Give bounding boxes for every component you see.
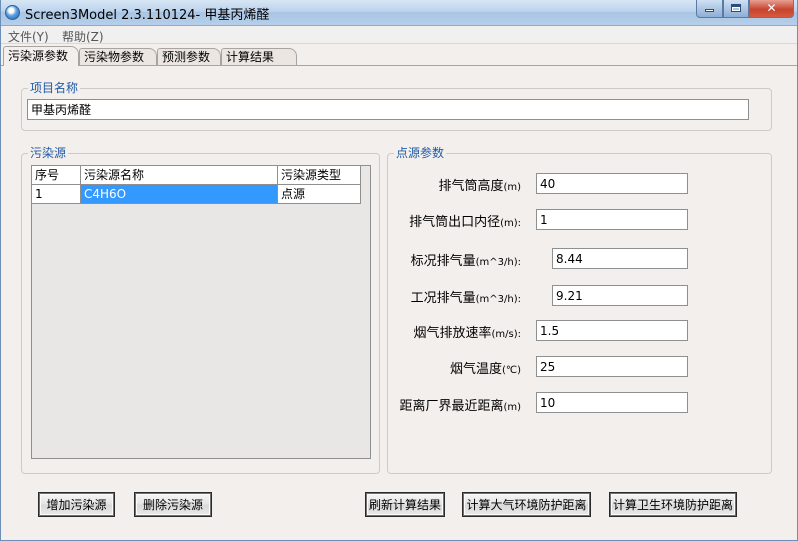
title-bar[interactable]: Screen3Model 2.3.110124- 甲基丙烯醛 ✕	[1, 0, 797, 26]
table-cell-type[interactable]: 点源	[278, 185, 361, 204]
app-window: Screen3Model 2.3.110124- 甲基丙烯醛 ✕ 文件(Y) 帮…	[0, 0, 798, 541]
table-cell-name[interactable]: C4H6O	[81, 185, 278, 204]
tab-pollutant-params[interactable]: 污染物参数	[79, 48, 157, 66]
delete-source-button[interactable]: 删除污染源	[135, 493, 211, 516]
point-source-label: 点源参数	[394, 146, 447, 160]
param-label-boundary-distance: 距离厂界最近距离(m)	[399, 399, 521, 414]
close-icon: ✕	[766, 1, 777, 15]
param-label-gas-temp: 烟气温度(℃)	[449, 362, 521, 377]
column-header-type[interactable]: 污染源类型	[278, 166, 361, 185]
menu-file[interactable]: 文件(Y)	[8, 28, 49, 45]
minimize-button[interactable]	[696, 0, 723, 18]
calc-air-distance-button[interactable]: 计算大气环境防护距离	[463, 493, 590, 516]
boundary-distance-input[interactable]	[536, 392, 688, 413]
param-label-work-flow: 工况排气量(m^3/h):	[410, 291, 521, 306]
calc-health-distance-button[interactable]: 计算卫生环境防护距离	[610, 493, 736, 516]
column-header-index[interactable]: 序号	[32, 166, 81, 185]
param-label-stack-height: 排气筒高度(m)	[438, 179, 521, 194]
minimize-icon	[705, 9, 714, 12]
stack-diameter-input[interactable]	[536, 209, 688, 230]
maximize-button[interactable]	[723, 0, 749, 18]
project-name-label: 项目名称	[28, 81, 81, 95]
table-cell-index[interactable]: 1	[32, 185, 81, 204]
point-source-group: 点源参数	[387, 146, 772, 474]
tab-divider	[1, 65, 797, 66]
param-label-stack-diameter: 排气筒出口内径(m):	[409, 215, 521, 230]
project-name-input[interactable]	[27, 99, 749, 120]
column-header-name[interactable]: 污染源名称	[81, 166, 278, 185]
menu-help[interactable]: 帮助(Z)	[62, 28, 104, 45]
stack-height-input[interactable]	[536, 173, 688, 194]
app-logo-icon	[5, 5, 20, 20]
sources-label: 污染源	[28, 146, 69, 160]
add-source-button[interactable]: 增加污染源	[39, 493, 114, 516]
maximize-icon	[731, 4, 741, 12]
exit-velocity-input[interactable]	[536, 320, 688, 341]
gas-temp-input[interactable]	[536, 356, 688, 377]
work-flow-input[interactable]	[552, 285, 688, 306]
tab-source-params[interactable]: 污染源参数	[3, 46, 79, 66]
param-label-std-flow: 标况排气量(m^3/h):	[410, 254, 521, 269]
window-title: Screen3Model 2.3.110124- 甲基丙烯醛	[25, 8, 270, 23]
param-label-exit-velocity: 烟气排放速率(m/s):	[413, 326, 521, 341]
std-flow-input[interactable]	[552, 248, 688, 269]
tab-prediction-params[interactable]: 预测参数	[157, 48, 221, 66]
sources-table[interactable]: 序号 污染源名称 污染源类型 1 C4H6O 点源	[31, 165, 371, 459]
tab-calc-results[interactable]: 计算结果	[221, 48, 297, 66]
close-button[interactable]: ✕	[749, 0, 794, 18]
refresh-results-button[interactable]: 刷新计算结果	[366, 493, 444, 516]
tab-strip: 污染源参数 污染物参数 预测参数 计算结果	[1, 46, 797, 66]
menu-bar: 文件(Y) 帮助(Z)	[1, 27, 797, 44]
